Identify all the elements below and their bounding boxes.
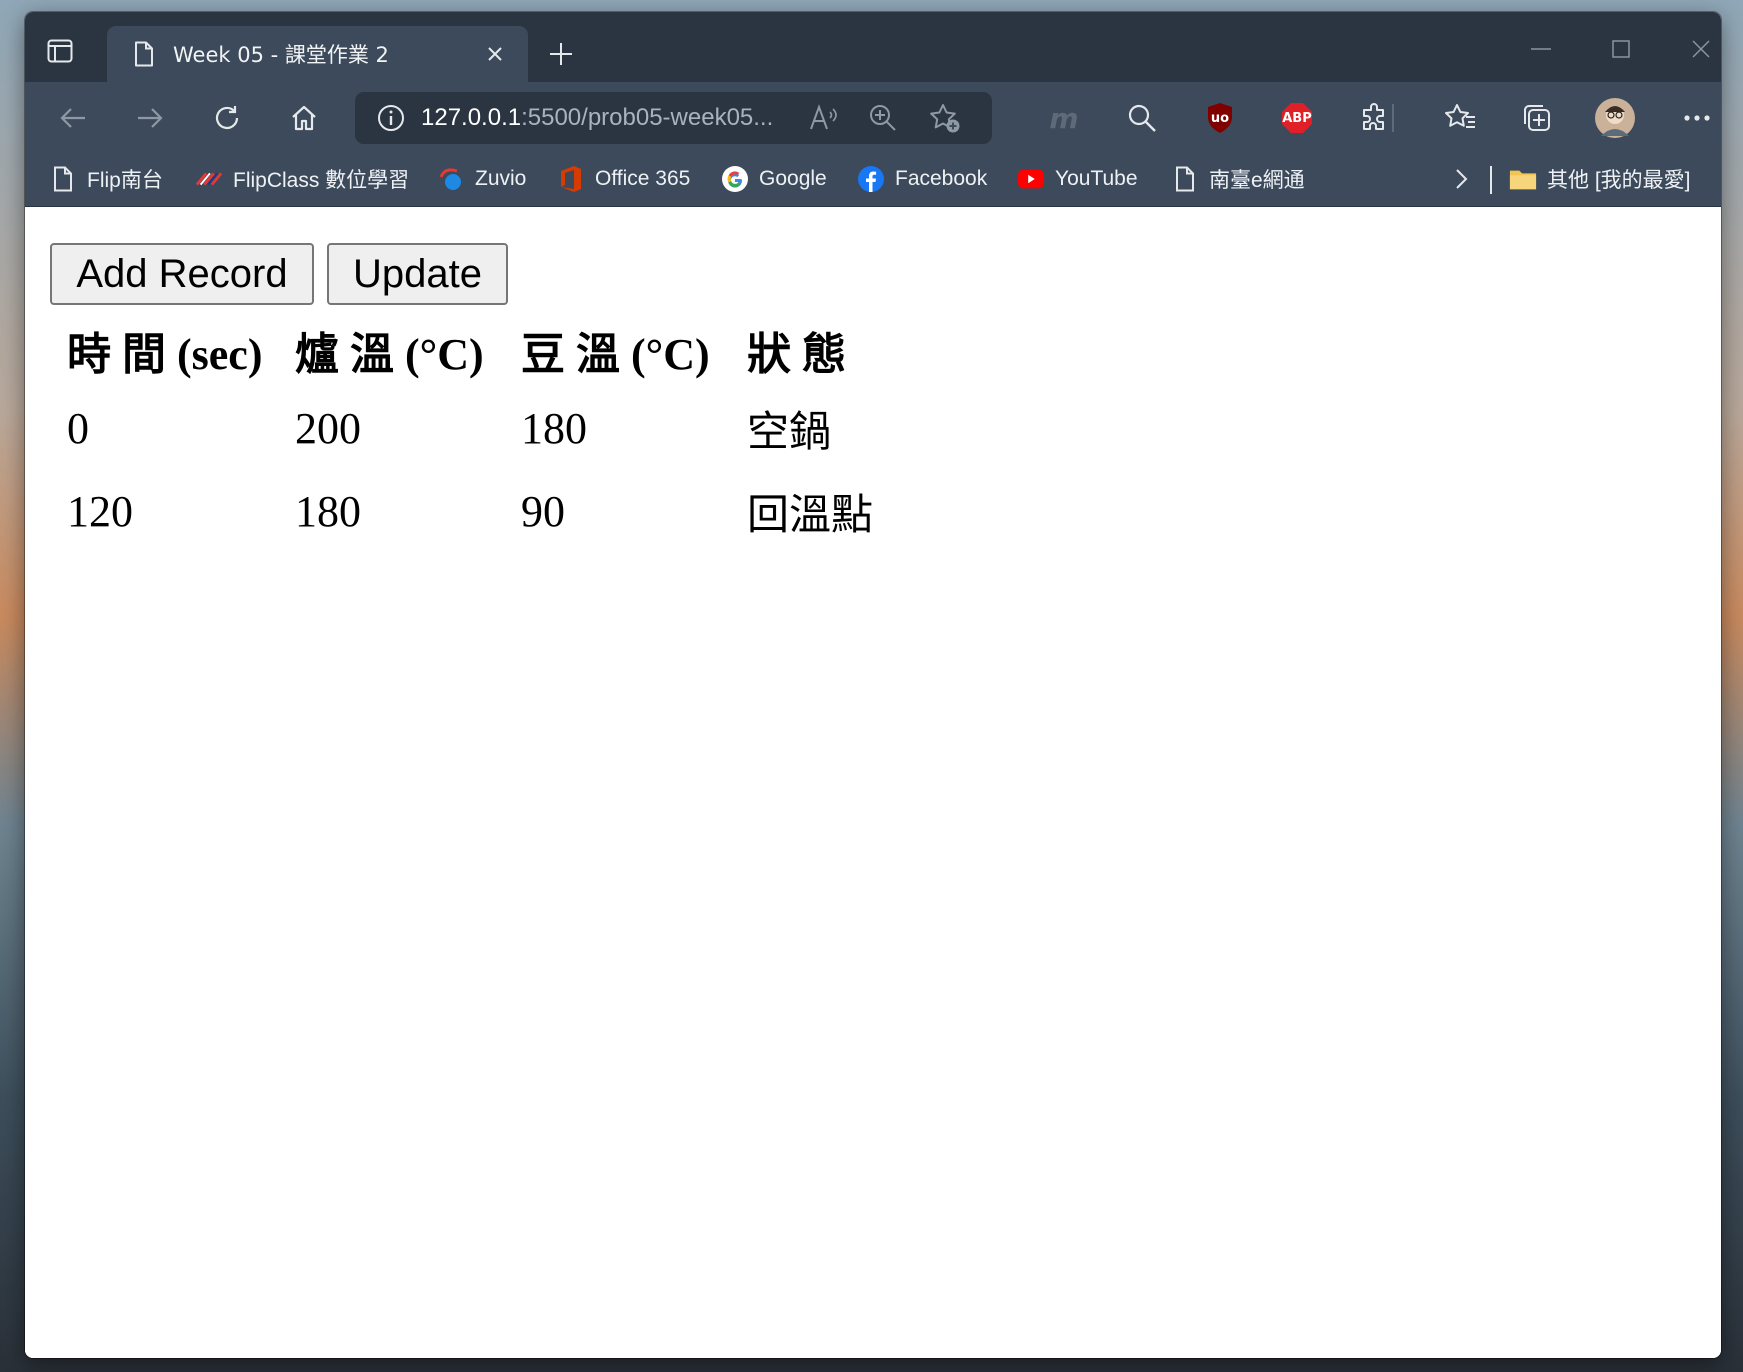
cell-status: 空鍋 xyxy=(747,407,832,456)
update-button[interactable]: Update xyxy=(327,243,508,305)
cell-furnace-temp: 200 xyxy=(295,404,361,453)
cell-time: 120 xyxy=(67,487,133,536)
ublock-origin-icon[interactable]: uo xyxy=(1198,96,1242,140)
site-info-icon[interactable] xyxy=(377,104,405,132)
more-bookmarks-chevron-icon[interactable] xyxy=(1453,162,1469,196)
bookmark-office-365[interactable]: Office 365 xyxy=(557,162,690,196)
page-icon xyxy=(1171,165,1199,193)
cell-bean-temp: 180 xyxy=(521,404,587,453)
close-window-icon[interactable] xyxy=(1681,34,1721,64)
cell-status: 回溫點 xyxy=(747,490,874,539)
bookmark-flip-nantai[interactable]: Flip南台 xyxy=(49,162,163,196)
read-aloud-icon[interactable] xyxy=(809,104,839,132)
page-icon xyxy=(131,39,157,69)
tab-title: Week 05 - 課堂作業 2 xyxy=(173,43,389,67)
other-favorites-folder[interactable]: 其他 [我的最愛] xyxy=(1509,162,1691,196)
bookmarks-divider xyxy=(1490,166,1492,194)
column-header-furnace-temp: 爐 溫 (°C) xyxy=(295,330,484,379)
zoom-icon[interactable] xyxy=(869,104,897,132)
google-icon xyxy=(721,165,749,193)
toolbar-divider xyxy=(1392,104,1394,132)
table-row: 120 180 90 回溫點 xyxy=(61,471,879,552)
forward-icon[interactable] xyxy=(128,96,172,140)
add-favorite-icon[interactable] xyxy=(929,103,961,133)
adblock-plus-icon[interactable]: ABP xyxy=(1275,96,1319,140)
cell-time: 0 xyxy=(67,404,89,453)
active-tab[interactable]: Week 05 - 課堂作業 2 xyxy=(107,26,528,82)
folder-icon xyxy=(1509,165,1537,193)
add-record-button[interactable]: Add Record xyxy=(50,243,314,305)
home-icon[interactable] xyxy=(282,96,326,140)
address-bar[interactable]: 127.0.0.1:5500/prob05-week05... xyxy=(355,92,992,144)
favorites-icon[interactable] xyxy=(1438,96,1482,140)
zuvio-icon xyxy=(437,165,465,193)
tab-actions-icon[interactable] xyxy=(43,34,77,68)
maximize-icon[interactable] xyxy=(1601,34,1641,64)
youtube-icon xyxy=(1017,165,1045,193)
flipclass-icon xyxy=(195,165,223,193)
column-header-time: 時 間 (sec) xyxy=(67,330,263,379)
bookmark-nantai-enet[interactable]: 南臺e網通 xyxy=(1171,162,1305,196)
refresh-icon[interactable] xyxy=(205,96,249,140)
tab-bar: Week 05 - 課堂作業 2 xyxy=(25,12,1721,82)
page-content: Add Record Update 時 間 (sec) 爐 溫 (°C) 豆 溫… xyxy=(25,207,1721,1358)
profile-avatar[interactable] xyxy=(1593,96,1637,140)
column-header-bean-temp: 豆 溫 (°C) xyxy=(521,330,710,379)
bookmark-flipclass[interactable]: FlipClass 數位學習 xyxy=(195,162,409,196)
bookmark-zuvio[interactable]: Zuvio xyxy=(437,162,526,196)
office-icon xyxy=(557,165,585,193)
facebook-icon xyxy=(857,165,885,193)
favorites-bar: Flip南台 FlipClass 數位學習 Zuvio Office 365 G… xyxy=(25,152,1721,207)
cell-furnace-temp: 180 xyxy=(295,487,361,536)
bookmark-youtube[interactable]: YouTube xyxy=(1017,162,1138,196)
browser-window: Week 05 - 課堂作業 2 127.0.0.1:5500/prob05-w… xyxy=(25,12,1721,1358)
page-icon xyxy=(49,165,77,193)
bookmark-google[interactable]: Google xyxy=(721,162,827,196)
extensions-icon[interactable] xyxy=(1353,96,1397,140)
new-tab-icon[interactable] xyxy=(543,36,579,72)
records-table: 時 間 (sec) 爐 溫 (°C) 豆 溫 (°C) 狀 態 0 200 18… xyxy=(57,312,883,554)
collections-icon[interactable] xyxy=(1515,96,1559,140)
column-header-status: 狀 態 xyxy=(747,330,846,379)
m-extension-icon[interactable]: m xyxy=(1042,96,1086,140)
url-text: 127.0.0.1:5500/prob05-week05... xyxy=(421,104,774,131)
bookmark-facebook[interactable]: Facebook xyxy=(857,162,987,196)
cell-bean-temp: 90 xyxy=(521,487,565,536)
minimize-icon[interactable] xyxy=(1521,34,1561,64)
close-tab-icon[interactable] xyxy=(480,39,510,69)
back-icon[interactable] xyxy=(51,96,95,140)
navigation-toolbar: 127.0.0.1:5500/prob05-week05... m uo ABP xyxy=(25,82,1721,152)
table-header-row: 時 間 (sec) 爐 溫 (°C) 豆 溫 (°C) 狀 態 xyxy=(61,314,879,386)
more-options-icon[interactable] xyxy=(1675,96,1719,140)
search-icon[interactable] xyxy=(1120,96,1164,140)
table-row: 0 200 180 空鍋 xyxy=(61,388,879,469)
